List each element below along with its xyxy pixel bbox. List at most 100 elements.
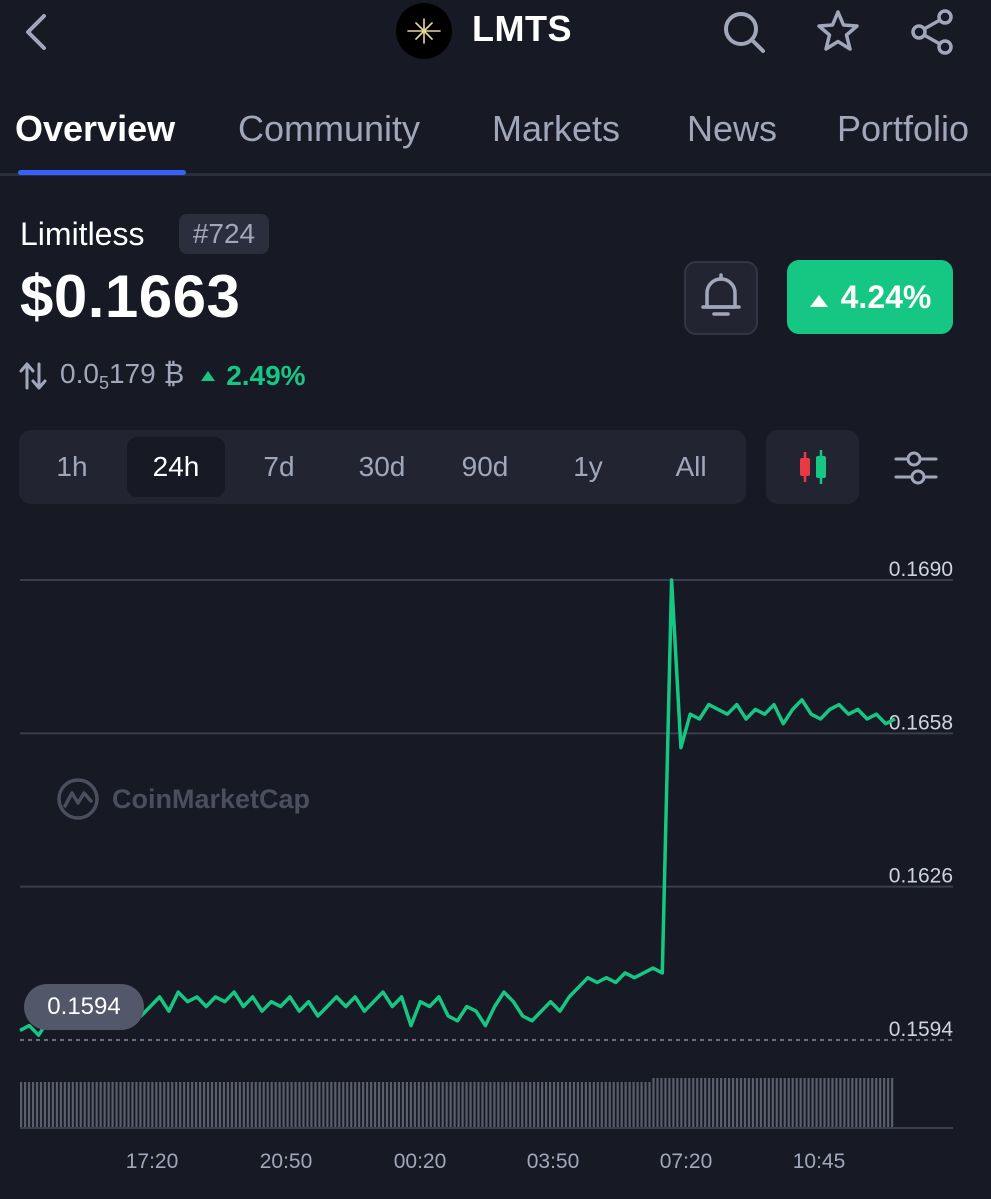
- start-value-label: 0.1594: [24, 984, 144, 1030]
- volume-bar: [795, 1078, 798, 1128]
- volume-bar: [672, 1078, 675, 1128]
- current-price: $0.1663: [20, 263, 241, 330]
- active-tab-indicator: [18, 170, 186, 175]
- volume-bar: [461, 1082, 464, 1128]
- timeframe-1y[interactable]: 1y: [539, 437, 637, 497]
- volume-bar: [883, 1078, 886, 1128]
- volume-bar: [453, 1082, 456, 1128]
- volume-bar: [55, 1082, 58, 1128]
- volume-bar: [525, 1082, 528, 1128]
- volume-bar: [684, 1078, 687, 1128]
- volume-bar: [891, 1078, 894, 1128]
- volume-bar: [377, 1082, 381, 1128]
- volume-bar: [552, 1082, 556, 1128]
- volume-bar: [91, 1082, 94, 1128]
- x-tick-label: 00:20: [394, 1150, 447, 1173]
- volume-bar: [43, 1082, 47, 1128]
- volume-bar: [680, 1078, 683, 1128]
- volume-bar: [469, 1082, 472, 1128]
- volume-bar: [696, 1078, 699, 1128]
- volume-bar: [731, 1078, 735, 1128]
- volume-bar: [202, 1082, 206, 1128]
- volume-bar: [791, 1078, 794, 1128]
- volume-bar: [739, 1078, 743, 1128]
- tab-overview[interactable]: Overview: [15, 108, 175, 150]
- star-icon[interactable]: [814, 6, 862, 58]
- coin-symbol: LMTS: [472, 8, 572, 49]
- volume-bar: [314, 1082, 317, 1128]
- btc-price-row: 0.05179 ₿ 2.49%: [18, 356, 306, 396]
- volume-bar: [723, 1078, 727, 1128]
- volume-bar: [473, 1082, 476, 1128]
- volume-bar: [517, 1082, 520, 1128]
- volume-bar: [521, 1082, 524, 1128]
- btc-change: 2.49%: [200, 360, 306, 392]
- volume-bar: [767, 1078, 770, 1128]
- volume-bar: [163, 1082, 166, 1128]
- tab-markets[interactable]: Markets: [492, 108, 620, 150]
- x-tick-label: 07:20: [660, 1150, 713, 1173]
- volume-bar: [151, 1082, 154, 1128]
- volume-bar: [389, 1082, 393, 1128]
- timeframe-all[interactable]: All: [642, 437, 740, 497]
- volume-bar: [548, 1082, 552, 1128]
- triangle-up-icon: [809, 279, 829, 316]
- volume-bar: [381, 1082, 385, 1128]
- chart-settings-button[interactable]: [884, 436, 948, 500]
- volume-bar: [727, 1078, 731, 1128]
- volume-bar: [489, 1082, 492, 1128]
- tab-portfolio[interactable]: Portfolio: [837, 108, 969, 150]
- volume-bar: [306, 1082, 309, 1128]
- volume-bar: [576, 1082, 580, 1128]
- volume-bar: [270, 1082, 273, 1128]
- search-icon[interactable]: [720, 6, 768, 58]
- volume-bar: [640, 1082, 643, 1128]
- volume-bar: [246, 1082, 249, 1128]
- price-alert-button[interactable]: [684, 261, 758, 335]
- chevron-left-icon[interactable]: [14, 10, 58, 54]
- timeframe-1h[interactable]: 1h: [23, 437, 121, 497]
- volume-bar: [887, 1078, 890, 1128]
- volume-bar: [254, 1082, 257, 1128]
- volume-bar: [600, 1082, 603, 1128]
- volume-bar: [477, 1082, 480, 1128]
- y-tick-label: 0.1658: [889, 711, 953, 734]
- volume-bar: [751, 1078, 755, 1128]
- timeframe-7d[interactable]: 7d: [230, 437, 328, 497]
- volume-bar: [568, 1082, 572, 1128]
- volume-bar: [393, 1082, 397, 1128]
- volume-bar: [700, 1078, 703, 1128]
- app-header: LMTS: [0, 0, 991, 72]
- volume-bar: [783, 1078, 786, 1128]
- volume-bar: [39, 1082, 43, 1128]
- price-chart[interactable]: 0.1690 0.1658 0.1626 0.1594 17:20 20:50 00:20 0…: [0, 540, 991, 1199]
- volume-bar: [262, 1082, 265, 1128]
- volume-bar: [63, 1082, 66, 1128]
- volume-bar: [819, 1078, 822, 1128]
- tab-news[interactable]: News: [687, 108, 777, 150]
- share-icon[interactable]: [908, 6, 956, 58]
- tab-community[interactable]: Community: [238, 108, 420, 150]
- volume-bar: [437, 1082, 440, 1128]
- volume-bar: [485, 1082, 488, 1128]
- volume-bar: [67, 1082, 70, 1128]
- price-change-badge: 4.24%: [787, 260, 953, 334]
- volume-bar: [759, 1078, 762, 1128]
- timeframe-24h[interactable]: 24h: [127, 437, 225, 497]
- volume-bar: [692, 1078, 695, 1128]
- volume-bar: [119, 1082, 122, 1128]
- timeframe-30d[interactable]: 30d: [333, 437, 431, 497]
- swap-arrows-icon: [18, 361, 48, 391]
- volume-bar: [533, 1082, 536, 1128]
- volume-bar: [421, 1082, 424, 1128]
- timeframe-90d[interactable]: 90d: [436, 437, 534, 497]
- candlestick-toggle-button[interactable]: [766, 430, 859, 504]
- volume-bar: [405, 1082, 408, 1128]
- btc-change-value: 2.49%: [226, 360, 306, 391]
- price-change-value: 4.24%: [840, 278, 932, 315]
- volume-bar: [358, 1082, 361, 1128]
- volume-bar: [572, 1082, 576, 1128]
- y-tick-label: 0.1594: [889, 1018, 954, 1041]
- candlestick-icon: [796, 448, 830, 486]
- volume-bar: [668, 1078, 671, 1128]
